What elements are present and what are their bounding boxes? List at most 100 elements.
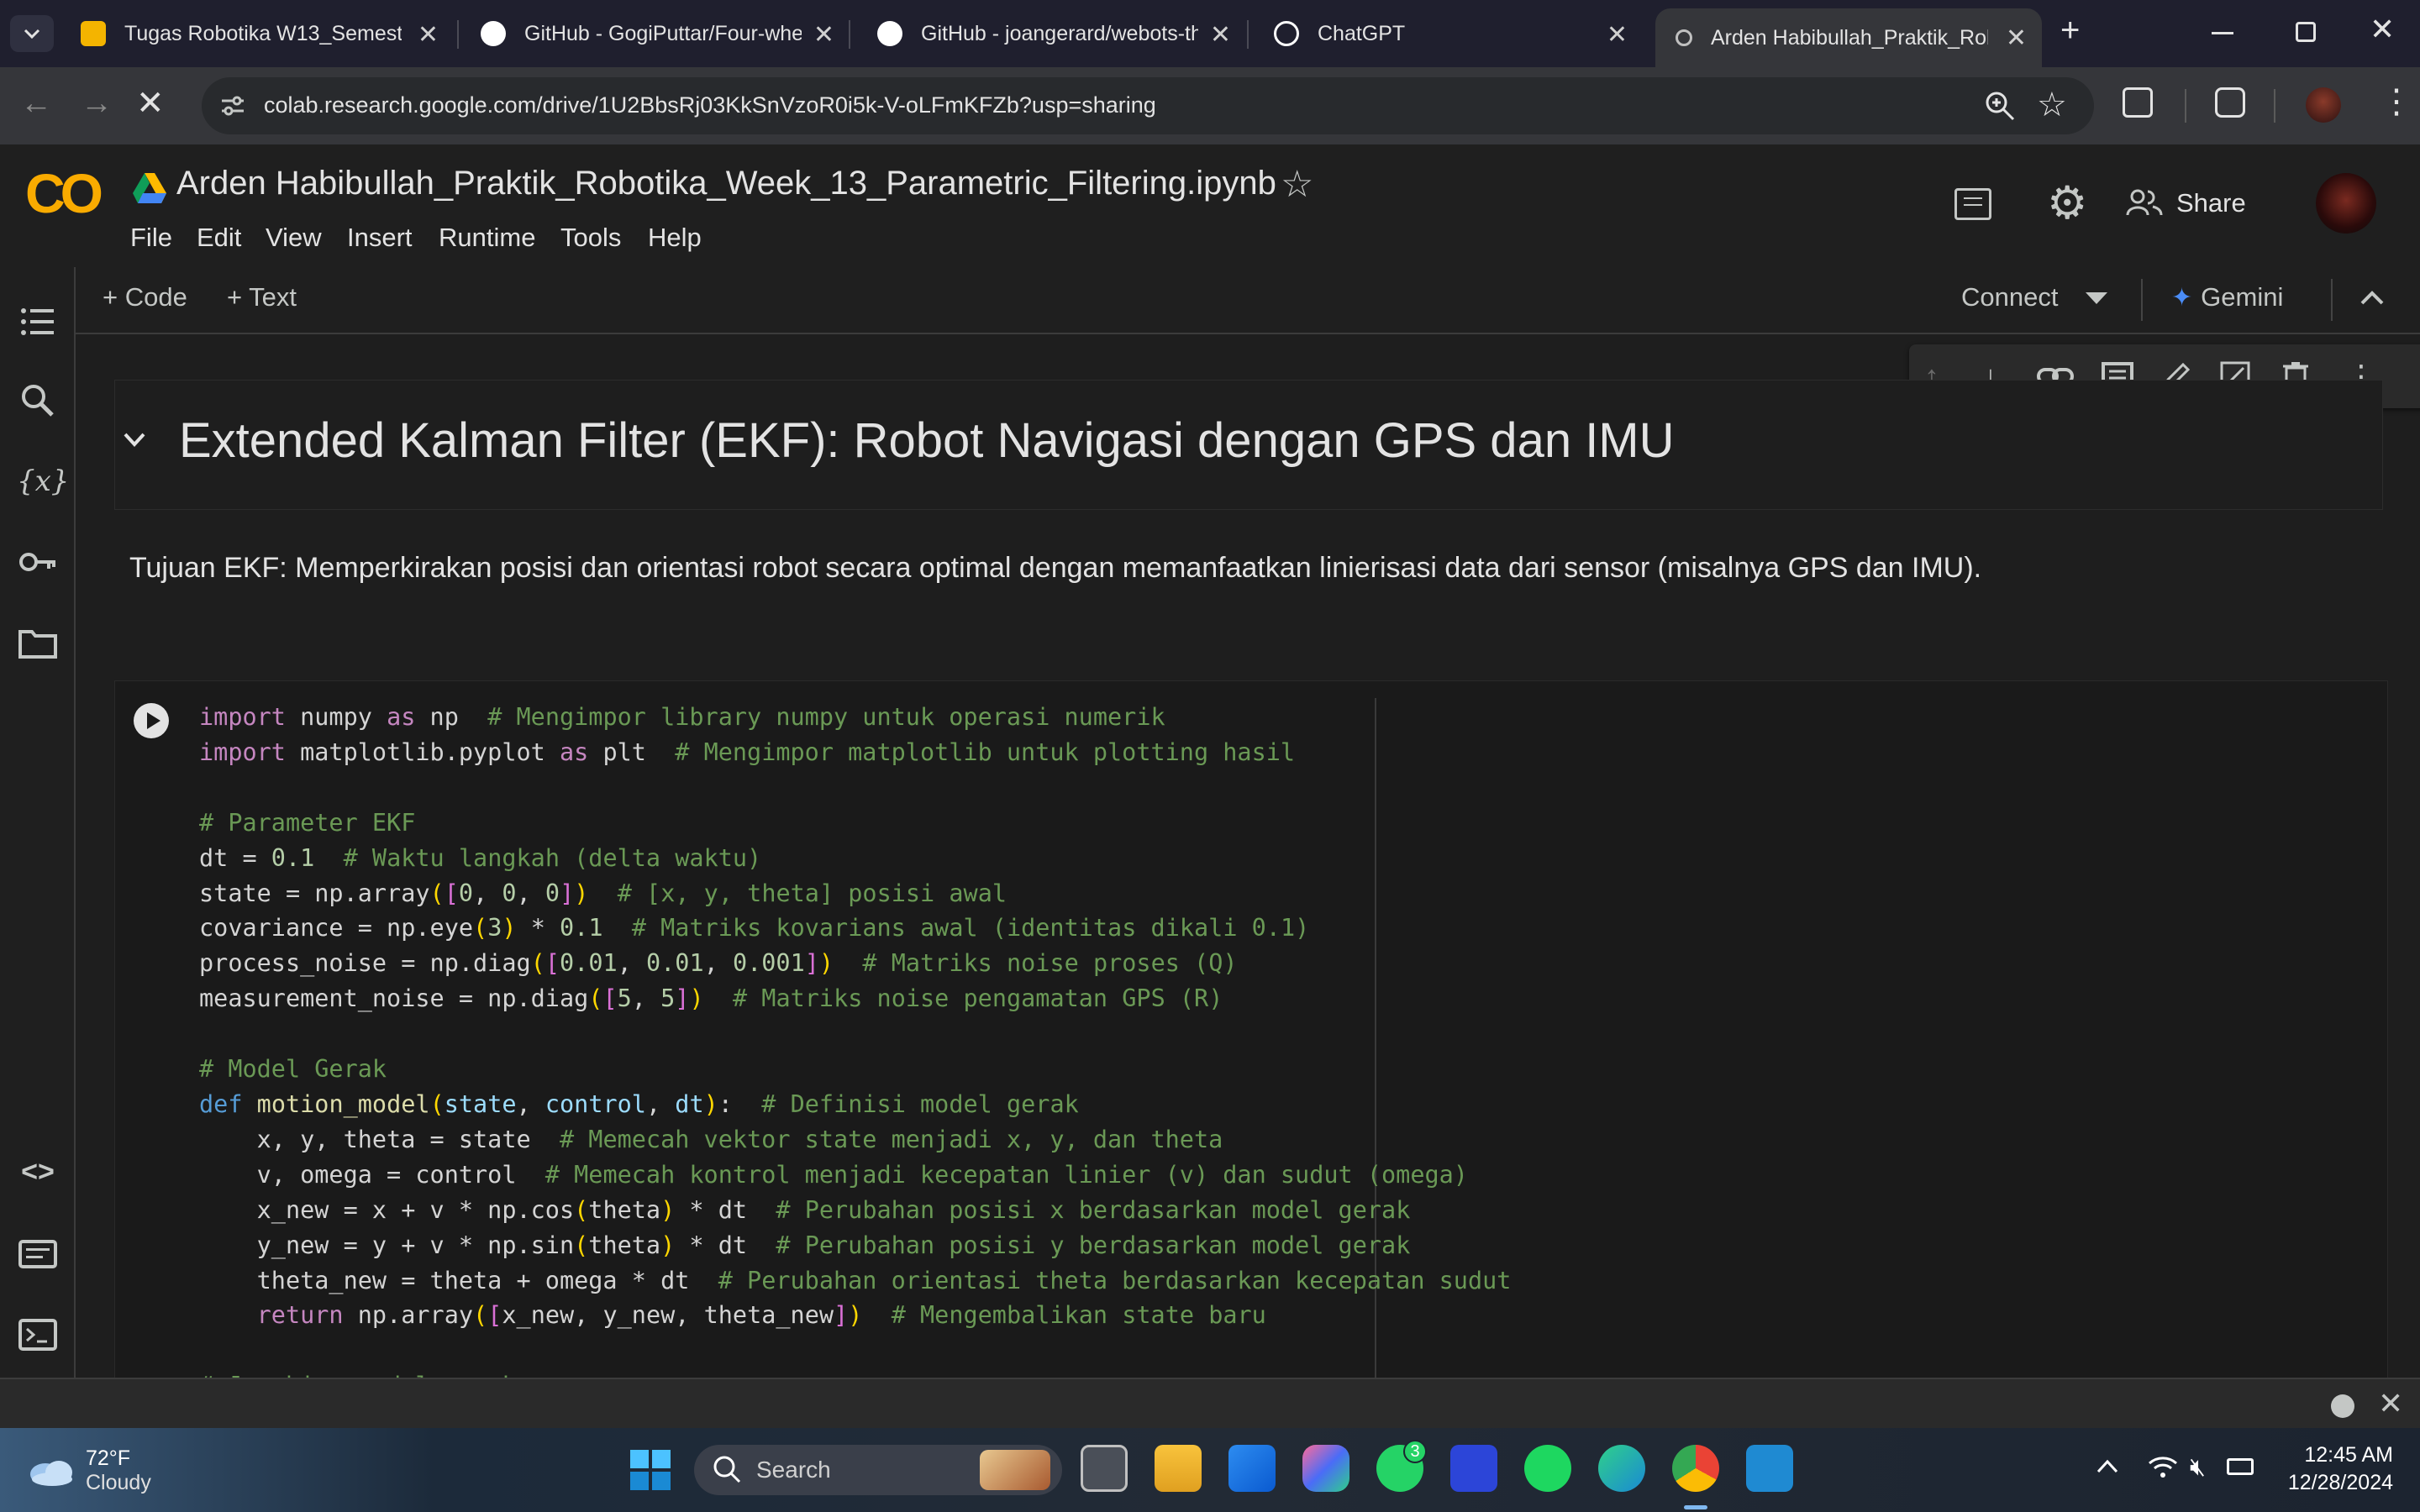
new-tab-button[interactable]: + — [2060, 12, 2080, 50]
back-button[interactable]: ← — [20, 86, 52, 122]
star-notebook-icon[interactable]: ☆ — [1281, 163, 1313, 206]
secrets-key-icon[interactable] — [17, 541, 59, 583]
add-text-button[interactable]: + Text — [227, 282, 297, 312]
zoom-icon[interactable] — [1983, 89, 2017, 127]
settings-gear-icon[interactable]: ⚙ — [2047, 178, 2087, 228]
run-cell-button[interactable] — [134, 703, 169, 738]
wifi-icon[interactable] — [2148, 1453, 2178, 1484]
connect-dropdown-icon[interactable] — [2086, 292, 2107, 310]
extensions-icon[interactable] — [2123, 87, 2153, 118]
code-line[interactable]: import matplotlib.pyplot as plt # Mengim… — [199, 735, 1511, 770]
close-window-button[interactable]: ✕ — [2370, 12, 2395, 47]
volume-muted-icon[interactable]: 🔇︎ — [2190, 1453, 2206, 1482]
menu-edit[interactable]: Edit — [197, 223, 241, 253]
code-line[interactable] — [199, 1016, 1511, 1052]
menu-insert[interactable]: Insert — [347, 223, 413, 253]
code-line[interactable]: v, omega = control # Memecah kontrol men… — [199, 1158, 1511, 1193]
close-icon[interactable]: ✕ — [813, 20, 834, 50]
notebook-title[interactable]: Arden Habibullah_Praktik_Robotika_Week_1… — [176, 165, 1276, 202]
code-line[interactable]: import numpy as np # Mengimpor library n… — [199, 700, 1511, 735]
screenshot-icon[interactable] — [2215, 87, 2245, 118]
table-of-contents-icon[interactable] — [17, 301, 59, 343]
collapse-header-icon[interactable] — [2360, 289, 2385, 310]
code-line[interactable]: covariance = np.eye(3) * 0.1 # Matriks k… — [199, 911, 1511, 946]
code-line[interactable]: y_new = y + v * np.sin(theta) * dt # Per… — [199, 1228, 1511, 1263]
code-line[interactable]: x, y, theta = state # Memecah vektor sta… — [199, 1122, 1511, 1158]
copilot-icon[interactable] — [1302, 1445, 1349, 1492]
close-icon[interactable]: ✕ — [1210, 20, 1231, 50]
browser-menu-icon[interactable]: ⋮ — [2380, 82, 2413, 121]
close-icon[interactable]: ✕ — [1607, 20, 1628, 50]
code-editor[interactable]: import numpy as np # Mengimpor library n… — [199, 700, 1511, 1378]
browser-tab-colab-active[interactable]: Arden Habibullah_Praktik_Robo ✕ — [1655, 8, 2042, 67]
microsoft-store-icon[interactable] — [1228, 1445, 1276, 1492]
comments-icon[interactable] — [1954, 188, 1991, 220]
google-drive-icon[interactable] — [133, 173, 166, 207]
weather-widget[interactable]: 72°F Cloudy — [27, 1446, 151, 1495]
code-line[interactable]: # Model Gerak — [199, 1052, 1511, 1087]
menu-runtime[interactable]: Runtime — [439, 223, 535, 253]
code-line[interactable]: measurement_noise = np.diag([5, 5]) # Ma… — [199, 981, 1511, 1016]
clock[interactable]: 12:45 AM 12/28/2024 — [2284, 1443, 2393, 1495]
terminal-icon[interactable] — [17, 1314, 59, 1356]
menu-file[interactable]: File — [130, 223, 172, 253]
bookmark-star-icon[interactable]: ☆ — [2037, 86, 2067, 124]
code-line[interactable] — [199, 770, 1511, 806]
code-line[interactable]: # Jacobian model gerak — [199, 1368, 1511, 1378]
markdown-heading-cell[interactable]: Extended Kalman Filter (EKF): Robot Navi… — [114, 380, 2383, 510]
menu-help[interactable]: Help — [648, 223, 702, 253]
gemini-button[interactable]: ✦ Gemini — [2171, 282, 2283, 312]
forward-button[interactable]: → — [81, 86, 113, 122]
restore-button[interactable] — [2296, 22, 2316, 42]
collapse-section-icon[interactable] — [122, 431, 147, 454]
code-line[interactable]: return np.array([x_new, y_new, theta_new… — [199, 1298, 1511, 1333]
code-line[interactable]: state = np.array([0, 0, 0]) # [x, y, the… — [199, 876, 1511, 911]
battery-icon[interactable] — [2227, 1458, 2254, 1475]
profile-avatar[interactable] — [2306, 87, 2341, 123]
task-view-icon[interactable] — [1081, 1445, 1128, 1492]
colab-logo[interactable]: CO — [25, 161, 103, 225]
account-avatar[interactable] — [2316, 173, 2376, 234]
google-docs-icon — [81, 21, 106, 46]
code-line[interactable]: # Parameter EKF — [199, 806, 1511, 841]
menu-tools[interactable]: Tools — [560, 223, 621, 253]
connect-button[interactable]: Connect — [1961, 282, 2058, 312]
file-explorer-icon[interactable] — [1155, 1445, 1202, 1492]
code-line[interactable]: x_new = x + v * np.cos(theta) * dt # Per… — [199, 1193, 1511, 1228]
close-icon[interactable]: ✕ — [418, 20, 439, 50]
design-app-icon[interactable] — [1450, 1445, 1497, 1492]
share-button[interactable]: Share — [2126, 178, 2246, 228]
tab-search-button[interactable] — [10, 15, 54, 52]
code-snippets-icon[interactable]: <> — [17, 1151, 59, 1193]
browser-tab-github-2[interactable]: GitHub - joangerard/webots-th ✕ — [847, 7, 1246, 60]
spotify-icon[interactable] — [1524, 1445, 1571, 1492]
site-info-icon[interactable] — [220, 94, 245, 118]
variables-icon[interactable]: {x} — [17, 460, 69, 502]
code-line[interactable]: theta_new = theta + omega * dt # Perubah… — [199, 1263, 1512, 1299]
code-line[interactable] — [199, 1333, 1511, 1368]
taskbar-search-box[interactable]: Search — [694, 1445, 1062, 1495]
chrome-browser-icon[interactable] — [1672, 1445, 1719, 1492]
code-line[interactable]: dt = 0.1 # Waktu langkah (delta waktu) — [199, 841, 1511, 876]
close-status-bar-icon[interactable]: ✕ — [2378, 1386, 2403, 1421]
vscode-icon[interactable] — [1746, 1445, 1793, 1492]
markdown-description[interactable]: Tujuan EKF: Memperkirakan posisi dan ori… — [129, 544, 2062, 591]
code-line[interactable]: process_noise = np.diag([0.01, 0.01, 0.0… — [199, 946, 1511, 981]
edge-browser-icon[interactable] — [1598, 1445, 1645, 1492]
files-folder-icon[interactable] — [17, 622, 59, 664]
add-code-button[interactable]: + Code — [103, 282, 187, 312]
address-bar[interactable]: colab.research.google.com/drive/1U2BbsRj… — [202, 77, 2094, 134]
browser-tab-chatgpt[interactable]: ChatGPT ✕ — [1244, 7, 1643, 60]
browser-tab-docs[interactable]: Tugas Robotika W13_Semester ✕ — [50, 7, 454, 60]
command-palette-icon[interactable] — [17, 1233, 59, 1275]
search-icon[interactable] — [17, 380, 59, 422]
code-line[interactable]: def motion_model(state, control, dt): # … — [199, 1087, 1511, 1122]
show-hidden-icons-chevron[interactable] — [2096, 1458, 2119, 1479]
code-cell[interactable]: import numpy as np # Mengimpor library n… — [114, 680, 2388, 1378]
minimize-button[interactable] — [2212, 32, 2233, 34]
stop-loading-button[interactable]: ✕ — [136, 84, 165, 123]
menu-view[interactable]: View — [266, 223, 322, 253]
browser-tab-github-1[interactable]: GitHub - GogiPuttar/Four-whe ✕ — [450, 7, 850, 60]
start-windows-icon[interactable] — [630, 1450, 671, 1490]
close-icon[interactable]: ✕ — [2006, 24, 2027, 53]
